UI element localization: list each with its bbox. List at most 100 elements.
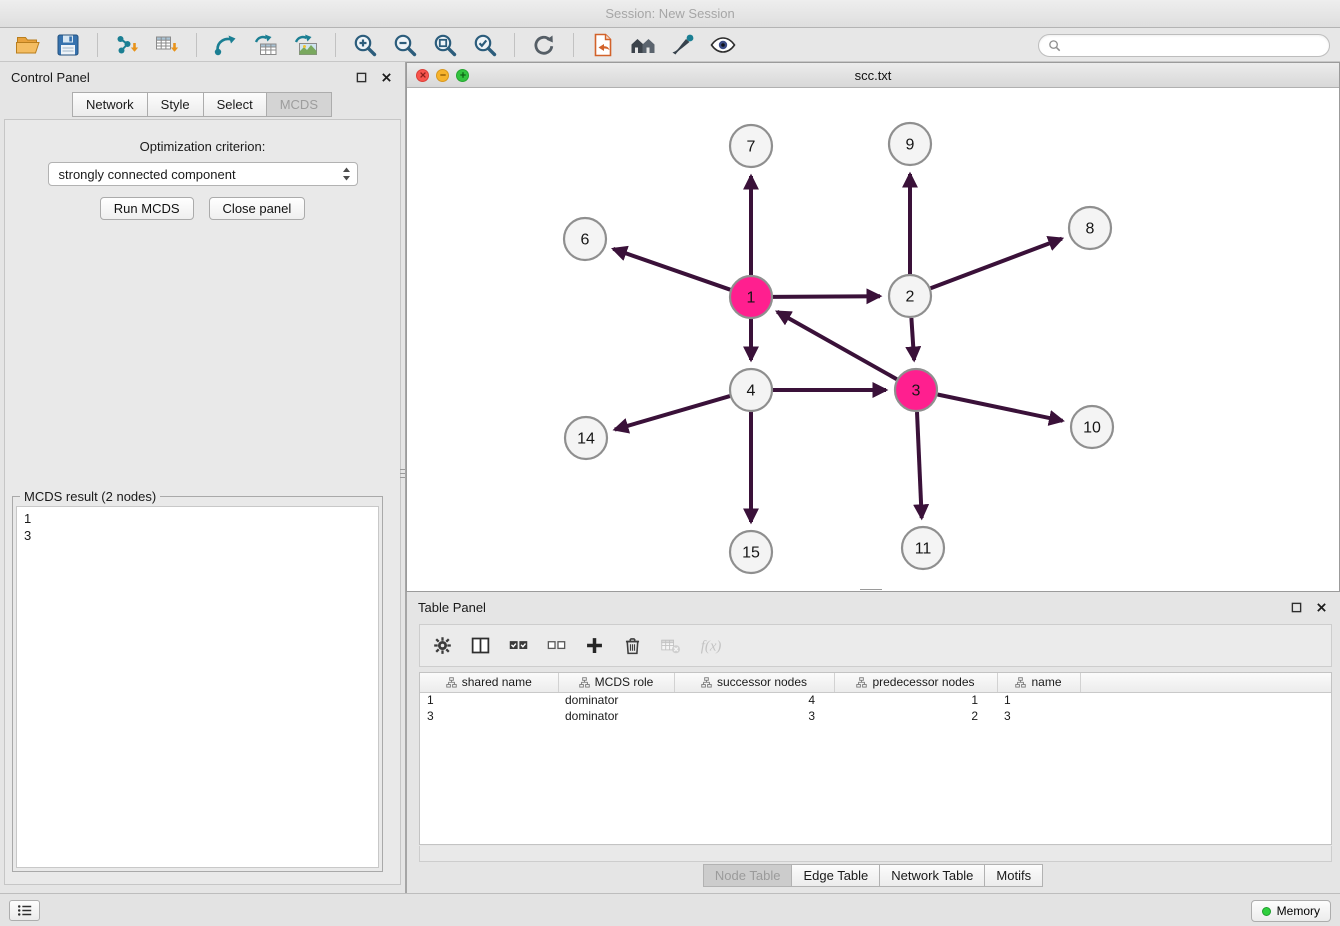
cell-mcds-role[interactable]: dominator — [558, 708, 674, 724]
unselect-all-columns-icon[interactable] — [546, 635, 567, 656]
maximize-window-button[interactable] — [456, 69, 469, 82]
edge-4-14[interactable] — [615, 396, 730, 430]
combo-stepper-icon — [341, 166, 352, 182]
node-15[interactable]: 15 — [730, 531, 772, 573]
toolbar-separator — [97, 33, 98, 57]
close-panel-icon[interactable] — [379, 70, 394, 85]
tab-network[interactable]: Network — [72, 92, 148, 117]
save-session-icon[interactable] — [52, 30, 84, 60]
edge-3-1[interactable] — [777, 312, 897, 380]
cell-predecessor-nodes[interactable]: 1 — [834, 692, 997, 708]
edge-3-11[interactable] — [917, 412, 922, 518]
network-window: scc.txt 7 9 6 8 1 2 4 3 14 10 15 11 — [406, 62, 1340, 592]
zoom-in-icon[interactable] — [349, 30, 381, 60]
edge-1-6[interactable] — [613, 249, 730, 290]
close-window-button[interactable] — [416, 69, 429, 82]
run-mcds-button[interactable]: Run MCDS — [100, 197, 194, 220]
node-8[interactable]: 8 — [1069, 207, 1111, 249]
criterion-selected-value: strongly connected component — [59, 167, 236, 182]
toolbar-search-input[interactable] — [1066, 39, 1320, 53]
node-3[interactable]: 3 — [895, 369, 937, 411]
cell-shared-name[interactable]: 1 — [420, 692, 558, 708]
memory-button[interactable]: Memory — [1251, 900, 1331, 922]
tab-node-table[interactable]: Node Table — [703, 864, 793, 887]
add-column-icon[interactable] — [584, 635, 605, 656]
tab-edge-table[interactable]: Edge Table — [791, 864, 880, 887]
mcds-result-list[interactable]: 13 — [16, 506, 379, 868]
new-network-icon[interactable] — [210, 30, 242, 60]
node-4[interactable]: 4 — [730, 369, 772, 411]
new-table-icon[interactable] — [250, 30, 282, 60]
edge-3-10[interactable] — [938, 395, 1063, 421]
close-panel-button[interactable]: Close panel — [209, 197, 306, 220]
tab-network-table[interactable]: Network Table — [879, 864, 985, 887]
export-image-icon[interactable] — [290, 30, 322, 60]
network-overview-icon[interactable] — [627, 30, 659, 60]
delete-table-icon — [660, 635, 681, 656]
edge-2-3[interactable] — [911, 318, 914, 360]
delete-columns-icon[interactable] — [622, 635, 643, 656]
table-scrollbar[interactable] — [419, 846, 1332, 862]
zoom-out-icon[interactable] — [389, 30, 421, 60]
vertical-splitter-grip[interactable] — [398, 460, 407, 486]
node-label: 7 — [747, 139, 756, 156]
tab-mcds[interactable]: MCDS — [266, 92, 332, 117]
cell-name[interactable]: 1 — [997, 692, 1080, 708]
column-header-successor-nodes[interactable]: successor nodes — [674, 673, 834, 692]
style-brush-icon[interactable] — [667, 30, 699, 60]
show-details-icon[interactable] — [707, 30, 739, 60]
tab-select[interactable]: Select — [203, 92, 267, 117]
close-table-panel-icon[interactable] — [1314, 600, 1329, 615]
column-header-mcds-role[interactable]: MCDS role — [558, 673, 674, 692]
open-file-icon[interactable] — [12, 30, 44, 60]
import-network-icon[interactable] — [111, 30, 143, 60]
column-header-name[interactable]: name — [997, 673, 1080, 692]
node-2[interactable]: 2 — [889, 275, 931, 317]
toolbar-separator — [573, 33, 574, 57]
node-label: 4 — [747, 383, 756, 400]
cell-shared-name[interactable]: 3 — [420, 708, 558, 724]
node-1[interactable]: 1 — [730, 276, 772, 318]
minimize-window-button[interactable] — [436, 69, 449, 82]
cell-successor-nodes[interactable]: 4 — [674, 692, 834, 708]
select-all-columns-icon[interactable] — [508, 635, 529, 656]
table-settings-icon[interactable] — [432, 635, 453, 656]
node-label: 6 — [581, 232, 590, 249]
cell-name[interactable]: 3 — [997, 708, 1080, 724]
import-table-icon[interactable] — [151, 30, 183, 60]
cell-mcds-role[interactable]: dominator — [558, 692, 674, 708]
memory-status-icon — [1262, 907, 1271, 916]
node-14[interactable]: 14 — [565, 417, 607, 459]
table-row[interactable]: 3dominator323 — [420, 708, 1331, 724]
task-list-icon — [17, 904, 33, 917]
task-history-button[interactable] — [9, 900, 40, 921]
memory-label: Memory — [1277, 904, 1320, 918]
tab-motifs[interactable]: Motifs — [984, 864, 1043, 887]
network-window-titlebar: scc.txt — [407, 63, 1339, 88]
column-label: MCDS role — [595, 675, 654, 689]
column-header-shared-name[interactable]: shared name — [420, 673, 558, 692]
export-document-icon[interactable] — [587, 30, 619, 60]
float-panel-icon[interactable] — [354, 70, 369, 85]
node-6[interactable]: 6 — [564, 218, 606, 260]
zoom-fit-icon[interactable] — [429, 30, 461, 60]
cell-predecessor-nodes[interactable]: 2 — [834, 708, 997, 724]
refresh-icon[interactable] — [528, 30, 560, 60]
node-7[interactable]: 7 — [730, 125, 772, 167]
toggle-columns-icon[interactable] — [470, 635, 491, 656]
float-table-panel-icon[interactable] — [1289, 600, 1304, 615]
table-row[interactable]: 1dominator411 — [420, 692, 1331, 708]
zoom-selected-icon[interactable] — [469, 30, 501, 60]
node-9[interactable]: 9 — [889, 123, 931, 165]
cell-successor-nodes[interactable]: 3 — [674, 708, 834, 724]
search-icon — [1048, 39, 1061, 52]
tab-style[interactable]: Style — [147, 92, 204, 117]
network-canvas[interactable]: 7 9 6 8 1 2 4 3 14 10 15 11 — [407, 88, 1339, 591]
edge-2-8[interactable] — [931, 239, 1062, 289]
table-tabs: Node TableEdge TableNetwork TableMotifs — [407, 864, 1340, 887]
edge-1-2[interactable] — [773, 296, 880, 297]
node-11[interactable]: 11 — [902, 527, 944, 569]
node-10[interactable]: 10 — [1071, 406, 1113, 448]
criterion-select[interactable]: strongly connected component — [48, 162, 358, 186]
column-header-predecessor-nodes[interactable]: predecessor nodes — [834, 673, 997, 692]
